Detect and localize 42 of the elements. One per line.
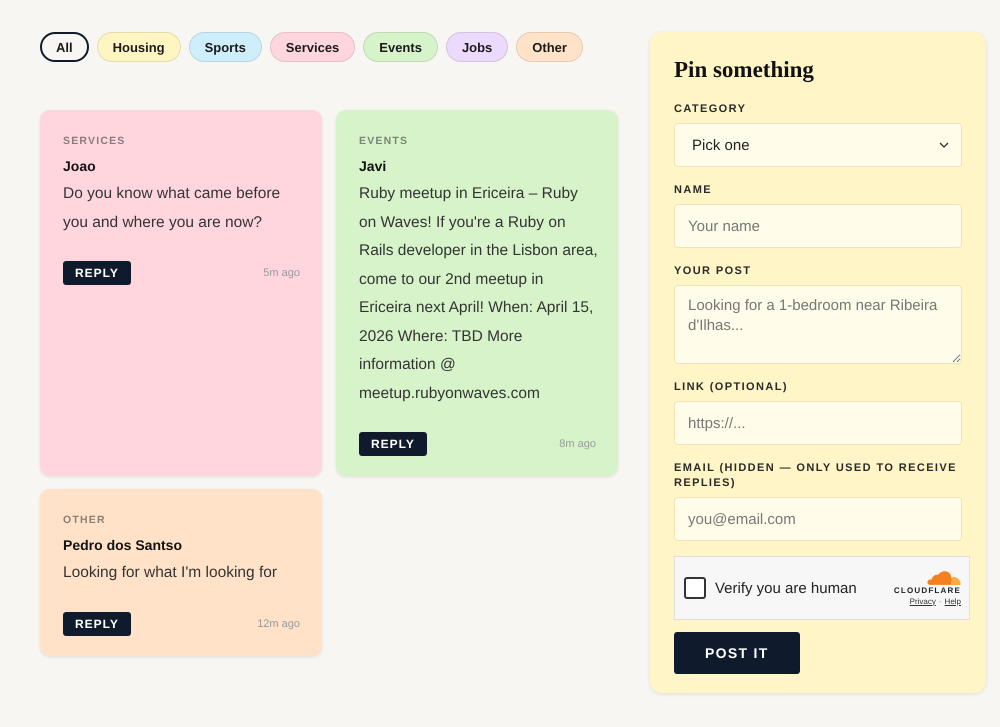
textarea-field[interactable]: Looking for a 1-bedroom near Ribeira d'Ilhas... [674,285,962,364]
post-category: OTHER [63,514,106,526]
post-time: 5m ago [263,267,300,279]
chevron-down-icon [939,142,949,148]
post-author: Javi [359,157,386,175]
text-field[interactable]: Your name [674,204,962,248]
reply-button[interactable]: REPLY [359,432,427,456]
reply-button[interactable]: REPLY [63,261,131,285]
post-author: Joao [63,157,96,175]
filter-chip[interactable]: Sports [188,32,262,62]
submit-button[interactable]: POST IT [674,632,800,674]
text-field[interactable]: https://... [674,401,962,445]
checkbox[interactable] [684,577,706,599]
field-label: NAME [674,183,713,198]
link-separator: · [938,596,942,606]
form-title: Pin something [674,56,814,84]
post-time: 12m ago [257,618,300,630]
field-label: LINK (OPTIONAL) [674,380,789,395]
field-label: YOUR POST [674,264,752,279]
field-label: EMAIL (HIDDEN — ONLY USED TO RECEIVE REPLIES) [674,461,958,491]
dropdown-select[interactable]: Pick one [674,123,962,167]
post-body: Looking for what I'm looking for [63,563,278,583]
post-body: Do you know what came before you and where you are now? [63,184,282,232]
text-field[interactable]: you@email.com [674,497,962,541]
brand-name: CLOUDFLARE [894,586,961,596]
filter-chip[interactable]: Housing [96,32,181,62]
filter-chip[interactable]: Events [363,32,438,62]
footer-link[interactable]: Help [944,596,961,606]
filter-chip[interactable]: Services [270,32,356,62]
filter-chip[interactable]: Jobs [446,32,508,62]
post-body: Ruby meetup in Ericeira – Ruby on Waves! If you're a Ruby on Rails developer in the Lisbon area, come to our 2nd meetup in Ericeira next April! When: April 15, 2026 Where: TBD More information @ meetup.rubyonwaves.com [359,184,598,404]
reply-button[interactable]: REPLY [63,612,131,636]
footer-link[interactable]: Privacy [910,596,936,606]
post-category: SERVICES [63,135,126,147]
field-label: CATEGORY [674,102,748,117]
cloud-icon [927,570,961,584]
post-category: EVENTS [359,135,408,147]
post-time: 8m ago [559,438,596,450]
filter-chip[interactable]: Other [516,32,583,62]
filter-chip[interactable]: All [40,32,89,62]
captcha-label: Verify you are human [715,580,858,596]
post-author: Pedro dos Santso [63,536,182,554]
